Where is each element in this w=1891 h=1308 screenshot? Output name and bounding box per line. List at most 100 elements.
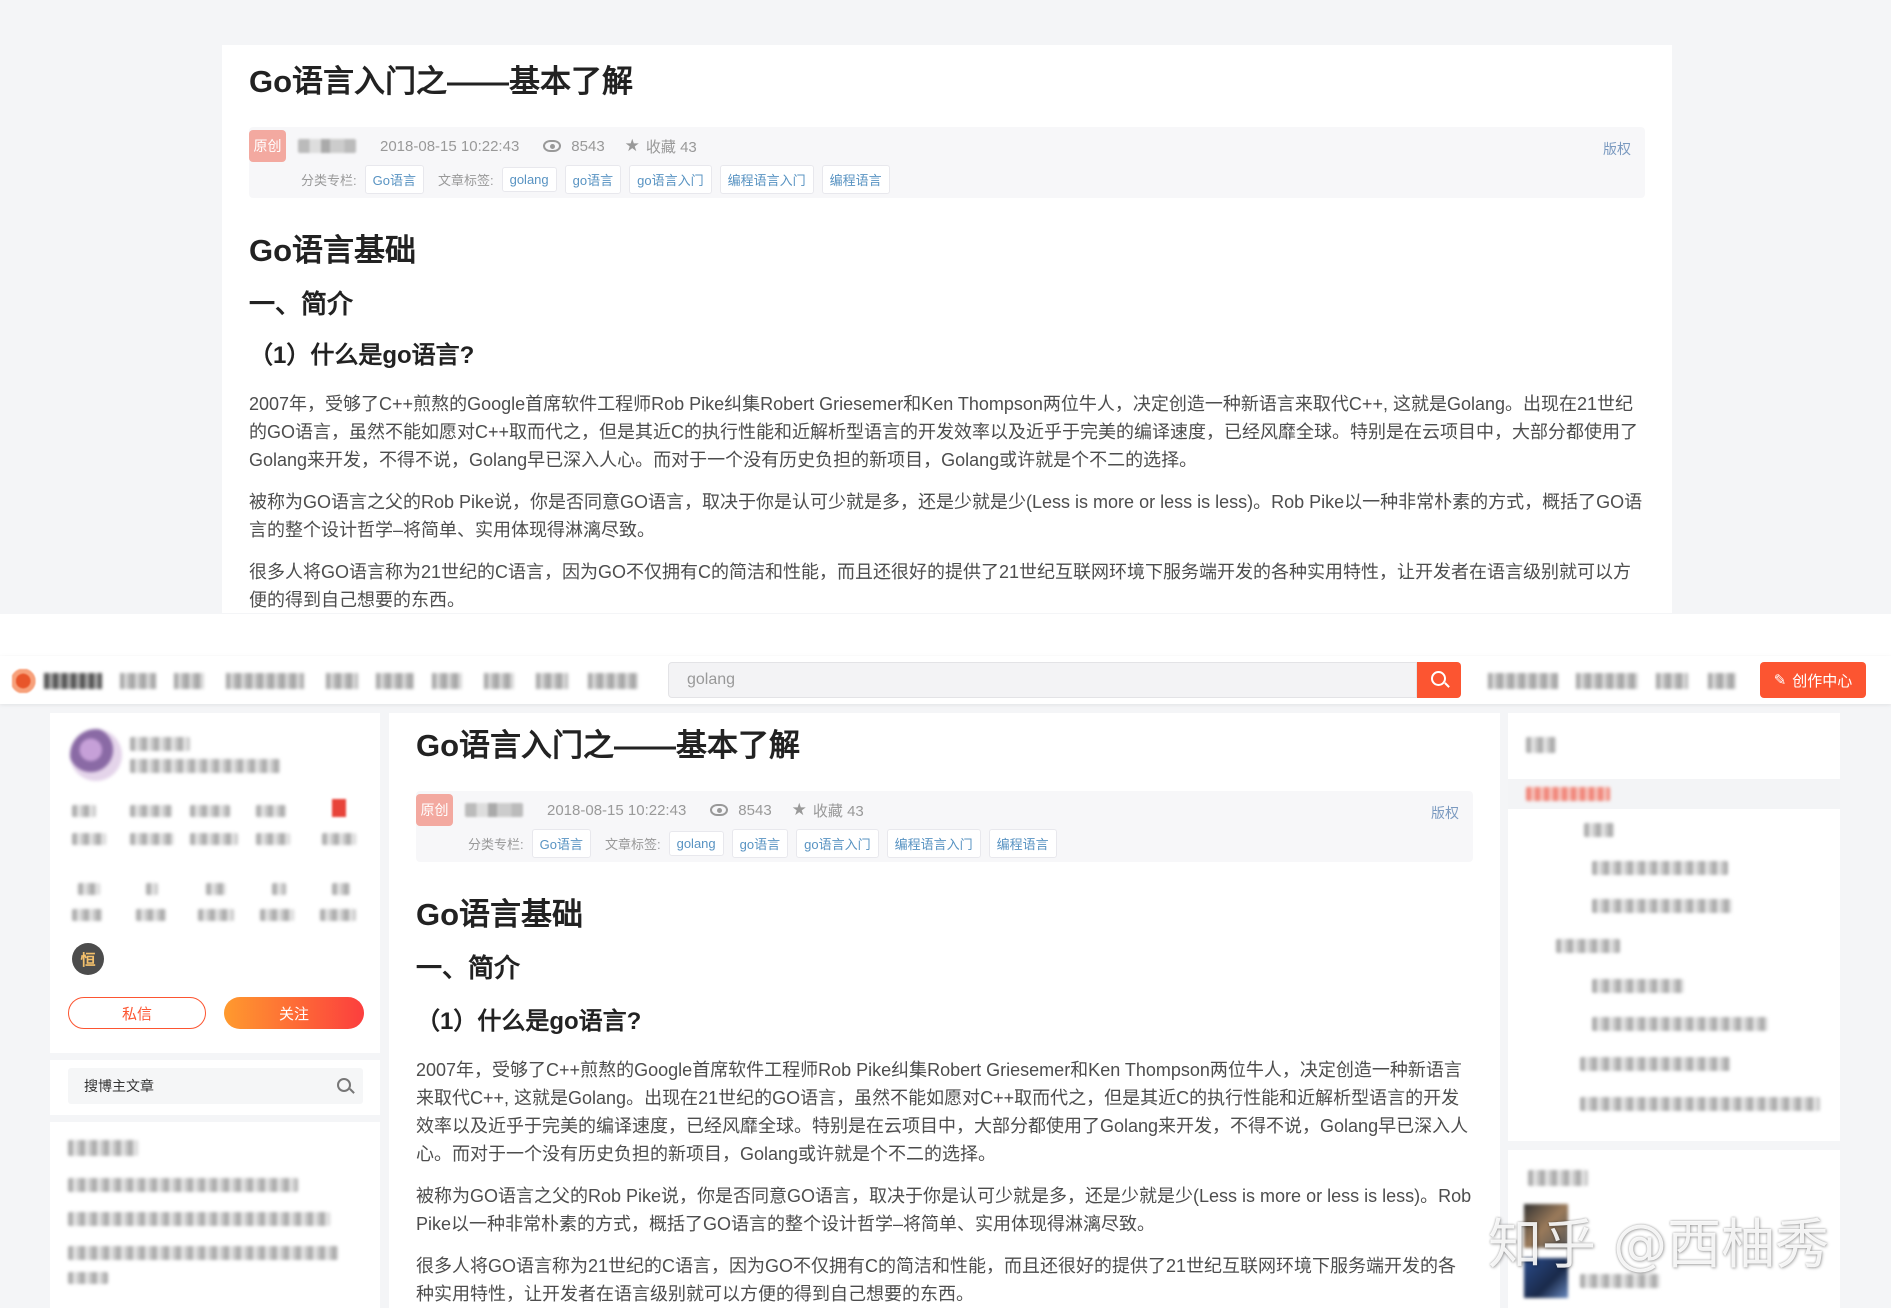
stat-label-blurred: [322, 833, 356, 845]
nav-item-blurred[interactable]: [536, 673, 568, 689]
tag-item[interactable]: golang: [501, 167, 557, 192]
nav-item-blurred[interactable]: [120, 673, 156, 689]
tag-item[interactable]: golang: [668, 831, 724, 856]
tag-item[interactable]: go语言入门: [796, 829, 879, 858]
toc-item[interactable]: [1592, 861, 1728, 875]
search-icon[interactable]: [337, 1078, 351, 1092]
stat-blurred: [130, 805, 172, 817]
paragraph: 2007年，受够了C++煎熬的Google首席软件工程师Rob Pike纠集Ro…: [249, 394, 1639, 470]
follow-button[interactable]: 关注: [224, 997, 364, 1029]
tag-item[interactable]: go语言: [731, 829, 789, 858]
stat-blurred: [78, 883, 100, 895]
flag-icon: [332, 799, 346, 817]
view-count: 8543: [738, 801, 772, 819]
article-card-main: Go语言入门之——基本了解 原创 2018-08-15 10:22:43 854…: [389, 713, 1500, 1308]
nav-item-blurred[interactable]: [1708, 673, 1736, 689]
publish-date: 2018-08-15 10:22:43: [380, 137, 520, 155]
stat-label-blurred: [72, 833, 106, 845]
category-tag[interactable]: Go语言: [531, 829, 591, 858]
table-of-contents-card: [1508, 713, 1840, 1141]
nav-item-blurred[interactable]: [484, 673, 514, 689]
blog-search-input[interactable]: 搜博主文章: [68, 1068, 363, 1104]
paragraph: 很多人将GO语言称为21世纪的C语言，因为GO不仅拥有C的简洁和性能，而且还很好…: [249, 562, 1632, 610]
nav-item-blurred[interactable]: [326, 673, 358, 689]
toc-item[interactable]: [1580, 1057, 1730, 1071]
author-name-blurred[interactable]: [298, 139, 356, 153]
author-name-blurred[interactable]: [130, 737, 190, 751]
publish-date: 2018-08-15 10:22:43: [547, 801, 687, 819]
copyright-link[interactable]: 版权: [1603, 139, 1631, 159]
nav-item-blurred[interactable]: [226, 673, 304, 689]
heading-2: 一、简介: [249, 289, 354, 319]
search-icon: [1431, 671, 1446, 686]
stat-label-blurred: [130, 833, 174, 845]
toc-item[interactable]: [1580, 1097, 1820, 1111]
stat-blurred: [256, 805, 286, 817]
star-icon[interactable]: ★: [625, 136, 640, 156]
list-item[interactable]: [68, 1212, 330, 1226]
stat-blurred: [190, 805, 230, 817]
nav-item-blurred[interactable]: [1488, 673, 1558, 689]
stat-label-blurred: [72, 909, 102, 921]
toc-item[interactable]: [1592, 1017, 1768, 1031]
author-meta-blurred: [130, 759, 280, 773]
tags-row: 分类专栏: Go语言 文章标签: golang go语言 go语言入门 编程语言…: [416, 829, 1473, 858]
toc-active-item[interactable]: [1508, 779, 1840, 809]
list-item[interactable]: [68, 1272, 108, 1284]
paragraph: 很多人将GO语言称为21世纪的C语言，因为GO不仅拥有C的简洁和性能，而且还很好…: [416, 1256, 1457, 1304]
tag-item[interactable]: 编程语言: [821, 165, 890, 194]
heading-2: 一、简介: [416, 953, 521, 983]
author-name-blurred[interactable]: [465, 803, 523, 817]
tag-item[interactable]: go语言入门: [629, 165, 712, 194]
paragraph: 被称为GO语言之父的Rob Pike说，你是否同意GO语言，取决于你是认可少就是…: [416, 1186, 1472, 1234]
tags-row: 分类专栏: Go语言 文章标签: golang go语言 go语言入门 编程语言…: [249, 165, 1645, 194]
search-button[interactable]: [1417, 662, 1461, 698]
nav-item-blurred[interactable]: [1576, 673, 1638, 689]
blog-search-placeholder: 搜博主文章: [84, 1078, 154, 1094]
nav-item-blurred[interactable]: [432, 673, 462, 689]
original-badge: 原创: [249, 130, 286, 162]
nav-item-blurred[interactable]: [174, 673, 204, 689]
list-item[interactable]: [68, 1178, 298, 1192]
nav-item-blurred[interactable]: [376, 673, 414, 689]
favorite-count[interactable]: 收藏 43: [813, 800, 864, 821]
toc-item[interactable]: [1556, 939, 1620, 953]
stat-blurred: [72, 805, 96, 817]
toc-title-blurred: [1526, 737, 1556, 753]
copyright-link[interactable]: 版权: [1431, 803, 1459, 823]
level-badge-icon: 恒: [72, 943, 104, 975]
create-center-button[interactable]: ✎ 创作中心: [1760, 662, 1866, 698]
list-item[interactable]: [68, 1246, 338, 1260]
tag-item[interactable]: 编程语言: [988, 829, 1057, 858]
pen-icon: ✎: [1773, 672, 1787, 689]
top-navbar: golang ✎ 创作中心: [0, 656, 1891, 704]
view-count: 8543: [571, 137, 605, 155]
category-tag[interactable]: Go语言: [364, 165, 424, 194]
nav-item-blurred[interactable]: [588, 673, 638, 689]
private-message-button[interactable]: 私信: [68, 997, 206, 1029]
eye-icon: [710, 804, 729, 816]
article-meta-row: 原创 2018-08-15 10:22:43 8543 ★ 收藏 43: [249, 130, 1645, 162]
site-search-input[interactable]: golang: [668, 662, 1417, 698]
nav-item-blurred[interactable]: [1656, 673, 1688, 689]
article-meta-row: 原创 2018-08-15 10:22:43 8543 ★ 收藏 43: [416, 794, 1473, 826]
tag-item[interactable]: 编程语言入门: [886, 829, 981, 858]
stat-label-blurred: [190, 833, 238, 845]
site-logo[interactable]: [12, 667, 104, 693]
favorite-count[interactable]: 收藏 43: [646, 136, 697, 157]
author-profile-card: 恒 私信 关注: [50, 713, 380, 1053]
logo-icon: [12, 669, 40, 693]
heading-3: （1）什么是go语言?: [249, 342, 475, 369]
star-icon[interactable]: ★: [792, 800, 807, 820]
toc-item[interactable]: [1592, 979, 1684, 993]
article-title: Go语言入门之——基本了解: [416, 728, 801, 763]
avatar[interactable]: [70, 729, 122, 781]
toc-item[interactable]: [1584, 823, 1614, 837]
create-center-label: 创作中心: [1792, 672, 1853, 690]
tag-item[interactable]: 编程语言入门: [719, 165, 814, 194]
tag-item[interactable]: go语言: [564, 165, 622, 194]
screenshot-divider: [0, 614, 1891, 656]
blog-search-card: 搜博主文章: [50, 1060, 380, 1115]
toc-item[interactable]: [1592, 899, 1732, 913]
heading-1: Go语言基础: [249, 233, 417, 268]
